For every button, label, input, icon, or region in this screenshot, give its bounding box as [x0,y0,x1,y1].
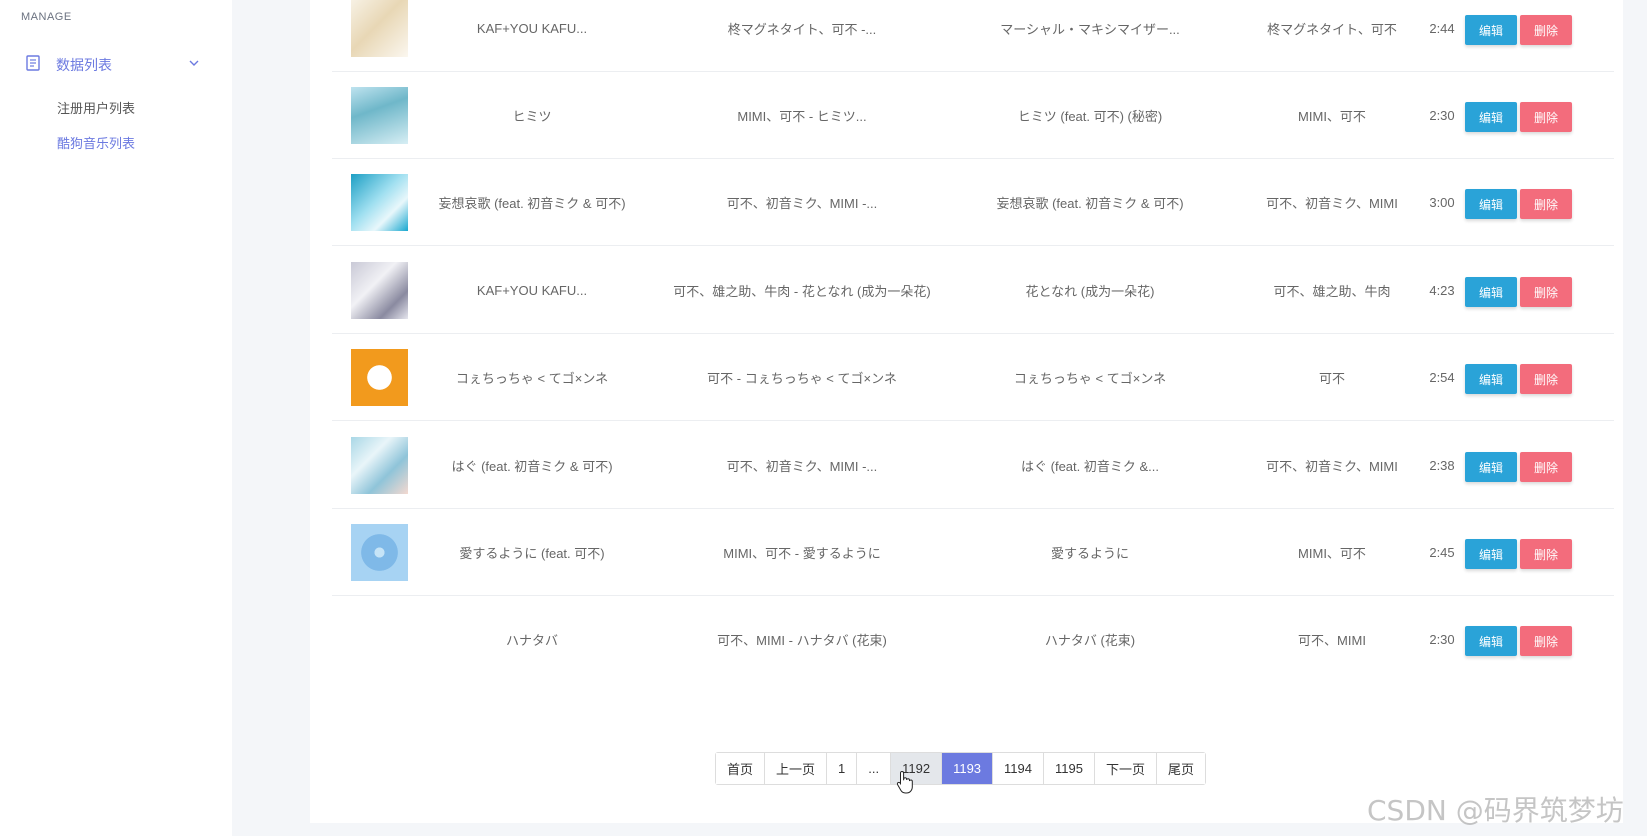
song-name: コぇちっちゃ < てゴ×ンネ [455,371,609,386]
song-duration: 4:23 [1429,283,1455,298]
sidebar: MANAGE 数据列表 注册用户列表 酷狗音乐列表 [0,0,232,836]
song-full-title: MIMI、可不 - ヒミツ... [737,109,867,124]
page-1[interactable]: 1 [827,753,858,784]
edit-button[interactable]: 编辑 [1465,364,1517,394]
edit-button[interactable]: 编辑 [1465,277,1517,307]
song-album: コぇちっちゃ < てゴ×ンネ [1013,371,1167,386]
album-cover-image [351,349,408,406]
song-artists: 可不 [1318,371,1345,386]
song-name: KAF+YOU KAFU... [476,283,588,298]
table-row: コぇちっちゃ < てゴ×ンネ 可不 - コぇちっちゃ < てゴ×ンネ コぇちっちゃ … [332,334,1614,421]
song-name: 妄想哀歌 (feat. 初音ミク & 可不) [438,196,626,211]
song-name: ヒミツ [512,109,552,124]
page-first[interactable]: 首页 [716,753,766,784]
song-duration: 3:00 [1429,195,1455,210]
delete-button[interactable]: 删除 [1520,15,1572,45]
song-full-title: 可不、雄之助、牛肉 - 花となれ (成为一朵花) [673,284,931,299]
document-icon [26,55,40,71]
song-full-title: 可不、初音ミク、MIMI -... [726,459,878,474]
song-duration: 2:30 [1429,632,1455,647]
song-name: 愛するように (feat. 可不) [459,546,605,561]
table-row: ハナタバ 可不、MIMI - ハナタバ (花束) ハナタバ (花束) 可不、MIMI 2… [332,596,1614,683]
song-duration: 2:30 [1429,108,1455,123]
sidebar-section-label: MANAGE [21,11,72,23]
album-cover-image [351,437,408,494]
edit-button[interactable]: 编辑 [1465,15,1517,45]
song-album: 花となれ (成为一朵花) [1025,284,1155,299]
sidebar-item-users[interactable]: 注册用户列表 [57,98,135,117]
chevron-down-icon [189,60,199,66]
song-full-title: 可不、初音ミク、MIMI -... [726,196,878,211]
song-album: マーシャル・マキシマイザー... [1000,22,1180,37]
music-list-card: KAF+YOU KAFU... 柊マグネタイト、可不 -... マーシャル・マキシマ… [310,0,1623,823]
album-cover-image [351,174,408,231]
edit-button[interactable]: 编辑 [1465,539,1517,569]
song-artists: 可不、雄之助、牛肉 [1273,284,1391,299]
edit-button[interactable]: 编辑 [1465,102,1517,132]
table-row: KAF+YOU KAFU... 可不、雄之助、牛肉 - 花となれ (成为一朵花) 花… [332,247,1614,334]
album-cover-image [351,524,408,581]
pagination: 首页 上一页 1... 1192 1193 1194 1195 下一页 尾页 [715,752,1207,785]
song-artists: 可不、MIMI [1298,633,1366,648]
song-album: 妄想哀歌 (feat. 初音ミク & 可不) [996,196,1184,211]
delete-button[interactable]: 删除 [1520,452,1572,482]
song-duration: 2:38 [1429,458,1455,473]
delete-button[interactable]: 删除 [1520,626,1572,656]
delete-button[interactable]: 删除 [1520,277,1572,307]
album-cover-image [351,0,408,57]
table-row: KAF+YOU KAFU... 柊マグネタイト、可不 -... マーシャル・マキシマ… [332,0,1614,72]
edit-button[interactable]: 编辑 [1465,626,1517,656]
edit-button[interactable]: 编辑 [1465,189,1517,219]
song-artists: 柊マグネタイト、可不 [1267,22,1397,37]
song-duration: 2:45 [1429,545,1455,560]
delete-button[interactable]: 删除 [1520,189,1572,219]
sidebar-group-label: 数据列表 [56,57,112,73]
table-row: ヒミツ MIMI、可不 - ヒミツ... ヒミツ (feat. 可不) (秘密) MI… [332,72,1614,159]
song-artists: MIMI、可不 [1298,546,1366,561]
song-name: はぐ (feat. 初音ミク & 可不) [451,459,613,474]
song-album: 愛するように [1050,546,1129,561]
delete-button[interactable]: 删除 [1520,102,1572,132]
page-next[interactable]: 下一页 [1094,753,1157,784]
table-row: はぐ (feat. 初音ミク & 可不) 可不、初音ミク、MIMI -... はぐ … [332,422,1614,509]
table-row: 愛するように (feat. 可不) MIMI、可不 - 愛するように 愛するように M… [332,509,1614,596]
song-album: ハナタバ (花束) [1044,633,1136,648]
delete-button[interactable]: 删除 [1520,539,1572,569]
page-last[interactable]: 尾页 [1157,753,1206,784]
song-artists: 可不、初音ミク、MIMI [1266,196,1398,211]
song-full-title: 柊マグネタイト、可不 -... [727,22,877,37]
song-artists: MIMI、可不 [1298,109,1366,124]
page-prev[interactable]: 上一页 [765,753,828,784]
song-full-title: 可不、MIMI - ハナタバ (花束) [717,633,887,648]
table-row: 妄想哀歌 (feat. 初音ミク & 可不) 可不、初音ミク、MIMI -... 妄… [332,159,1614,246]
song-full-title: MIMI、可不 - 愛するように [723,546,881,561]
page-1193[interactable]: 1193 [942,753,994,784]
hand-cursor-icon [896,770,913,794]
song-name: ハナタバ [505,633,558,648]
album-cover-image [351,262,408,319]
song-artists: 可不、初音ミク、MIMI [1266,459,1398,474]
song-name: KAF+YOU KAFU... [476,21,588,36]
song-duration: 2:54 [1429,370,1455,385]
page-1195[interactable]: 1195 [1044,753,1095,784]
sidebar-item-music[interactable]: 酷狗音乐列表 [57,133,135,152]
song-album: ヒミツ (feat. 可不) (秘密) [1017,109,1163,124]
album-cover-image [351,87,408,144]
song-album: はぐ (feat. 初音ミク &... [1021,459,1159,474]
page-ellipsis[interactable]: ... [857,753,892,784]
watermark: CSDN @码界筑梦坊 [1367,794,1624,827]
song-full-title: 可不 - コぇちっちゃ < てゴ×ンネ [707,371,897,386]
edit-button[interactable]: 编辑 [1465,452,1517,482]
sidebar-group-data-list[interactable]: 数据列表 [0,48,232,78]
delete-button[interactable]: 删除 [1520,364,1572,394]
page-1194[interactable]: 1194 [993,753,1045,784]
song-duration: 2:44 [1429,21,1455,36]
